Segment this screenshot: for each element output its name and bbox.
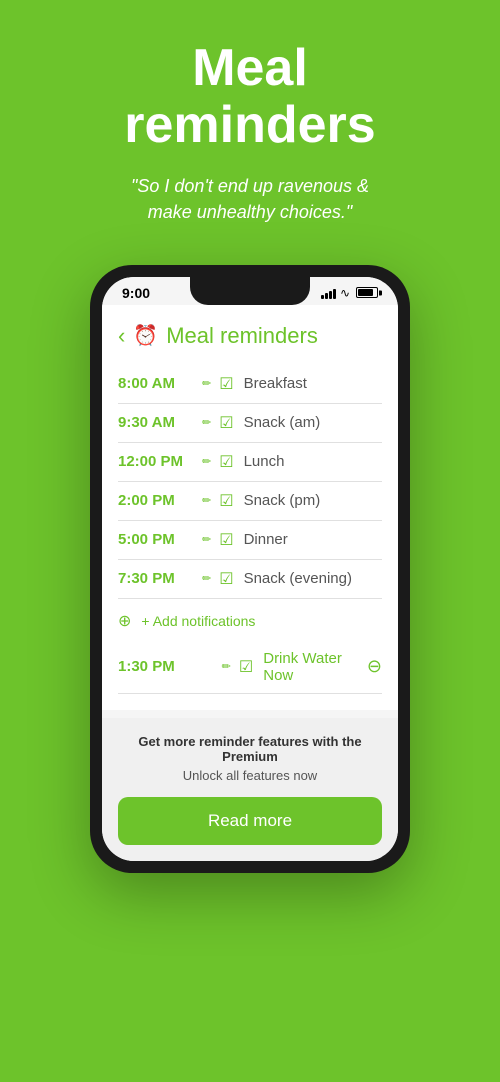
reminder-label: Snack (pm) xyxy=(244,492,382,509)
signal-bar-3 xyxy=(329,291,332,299)
add-notification-label: + Add notifications xyxy=(141,613,255,629)
edit-icon[interactable]: ✏ xyxy=(202,533,211,546)
reminder-time: 2:00 PM xyxy=(118,492,196,509)
signal-bars-icon xyxy=(321,287,336,299)
reminder-row: 9:30 AM ✏ ☑ Snack (am) xyxy=(118,404,382,443)
edit-icon[interactable]: ✏ xyxy=(202,455,211,468)
edit-icon[interactable]: ✏ xyxy=(222,660,231,673)
checkbox-icon[interactable]: ☑ xyxy=(239,657,253,677)
checkbox-icon[interactable]: ☑ xyxy=(219,374,233,394)
checkbox-icon[interactable]: ☑ xyxy=(219,491,233,511)
add-circle-icon: ⊕ xyxy=(118,611,131,631)
add-notification-row[interactable]: ⊕ + Add notifications xyxy=(118,599,382,641)
reminder-row: 8:00 AM ✏ ☑ Breakfast xyxy=(118,365,382,404)
premium-subtitle: Unlock all features now xyxy=(118,768,382,783)
premium-section: Get more reminder features with the Prem… xyxy=(102,718,398,861)
phone-container: 9:00 ∿ ‹ ⏰ Meal reminders xyxy=(90,265,410,873)
status-icons: ∿ xyxy=(321,286,378,300)
app-title: Meal reminders xyxy=(166,323,318,349)
reminder-time: 7:30 PM xyxy=(118,570,196,587)
reminder-time: 8:00 AM xyxy=(118,375,196,392)
reminder-list: 8:00 AM ✏ ☑ Breakfast 9:30 AM ✏ ☑ Snack … xyxy=(118,365,382,599)
remove-icon[interactable]: ⊖ xyxy=(367,656,382,677)
app-content: ‹ ⏰ Meal reminders 8:00 AM ✏ ☑ Breakfast… xyxy=(102,305,398,710)
reminder-row: 2:00 PM ✏ ☑ Snack (pm) xyxy=(118,482,382,521)
main-title: Mealreminders xyxy=(30,40,470,154)
water-reminder-time: 1:30 PM xyxy=(118,658,216,675)
battery-fill xyxy=(358,289,373,296)
edit-icon[interactable]: ✏ xyxy=(202,572,211,585)
reminder-row: 5:00 PM ✏ ☑ Dinner xyxy=(118,521,382,560)
battery-icon xyxy=(356,287,378,298)
back-arrow-icon[interactable]: ‹ xyxy=(118,323,125,349)
reminder-row: 7:30 PM ✏ ☑ Snack (evening) xyxy=(118,560,382,599)
wifi-icon: ∿ xyxy=(340,286,350,300)
checkbox-icon[interactable]: ☑ xyxy=(219,452,233,472)
read-more-button[interactable]: Read more xyxy=(118,797,382,845)
alarm-icon: ⏰ xyxy=(133,323,158,348)
checkbox-icon[interactable]: ☑ xyxy=(219,530,233,550)
reminder-row: 12:00 PM ✏ ☑ Lunch xyxy=(118,443,382,482)
signal-bar-4 xyxy=(333,289,336,299)
signal-bar-2 xyxy=(325,293,328,299)
reminder-label: Breakfast xyxy=(244,375,382,392)
checkbox-icon[interactable]: ☑ xyxy=(219,413,233,433)
header-section: Mealreminders "So I don't end up ravenou… xyxy=(0,0,500,245)
reminder-label: Dinner xyxy=(244,531,382,548)
reminder-time: 5:00 PM xyxy=(118,531,196,548)
app-header: ‹ ⏰ Meal reminders xyxy=(118,315,382,365)
edit-icon[interactable]: ✏ xyxy=(202,416,211,429)
status-time: 9:00 xyxy=(122,285,150,301)
edit-icon[interactable]: ✏ xyxy=(202,377,211,390)
signal-bar-1 xyxy=(321,295,324,299)
water-reminder-label: Drink Water Now xyxy=(263,650,361,684)
premium-title: Get more reminder features with the Prem… xyxy=(118,734,382,764)
reminder-time: 9:30 AM xyxy=(118,414,196,431)
phone-notch xyxy=(190,277,310,305)
phone-screen: 9:00 ∿ ‹ ⏰ Meal reminders xyxy=(102,277,398,861)
subtitle-quote: "So I don't end up ravenous &make unheal… xyxy=(30,174,470,224)
reminder-label: Snack (am) xyxy=(244,414,382,431)
reminder-label: Lunch xyxy=(244,453,382,470)
reminder-label: Snack (evening) xyxy=(244,570,382,587)
checkbox-icon[interactable]: ☑ xyxy=(219,569,233,589)
water-reminder-row: 1:30 PM ✏ ☑ Drink Water Now ⊖ xyxy=(118,641,382,694)
edit-icon[interactable]: ✏ xyxy=(202,494,211,507)
reminder-time: 12:00 PM xyxy=(118,453,196,470)
